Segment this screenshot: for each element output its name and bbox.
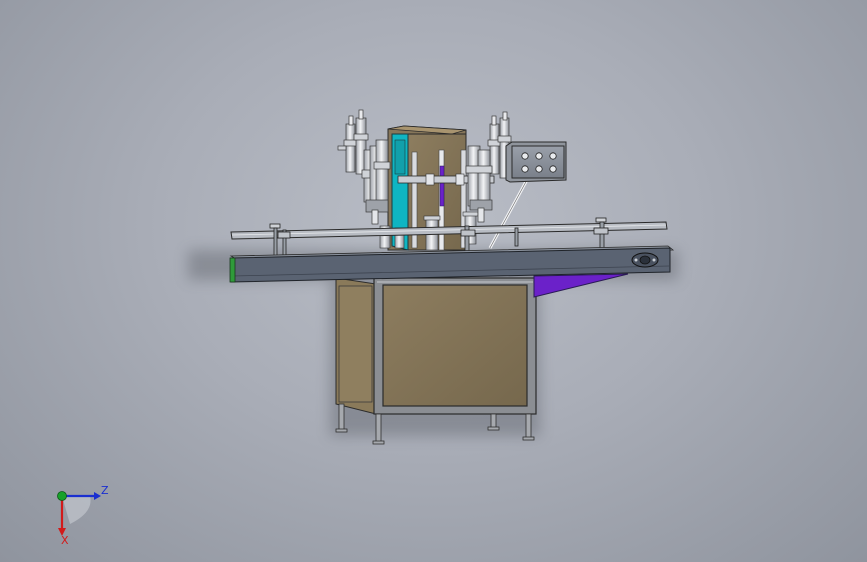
machine-model-view[interactable] — [0, 0, 867, 562]
triad-plane — [62, 496, 91, 524]
x-axis-label: X — [61, 534, 69, 547]
control-box-face — [511, 145, 565, 179]
z-axis-label: Z — [101, 484, 109, 497]
cylinder-cluster-left[interactable] — [337, 109, 391, 225]
graphics-viewport[interactable]: Z X — [0, 0, 867, 562]
drive-motor-icon — [631, 252, 659, 268]
orientation-triad[interactable]: Z X — [40, 478, 120, 550]
conveyor-gusset — [533, 273, 629, 298]
z-axis-arrow-icon — [94, 492, 101, 500]
y-axis-dot-icon — [57, 491, 67, 501]
cabinet-side-inner — [338, 285, 373, 403]
cabinet-front-panel — [382, 284, 528, 407]
control-box[interactable] — [505, 141, 567, 183]
cylinder-cluster-right[interactable] — [465, 111, 512, 223]
conveyor-end-cap — [229, 257, 236, 283]
